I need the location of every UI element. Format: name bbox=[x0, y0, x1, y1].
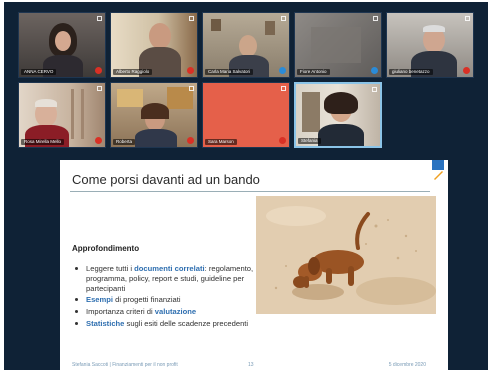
list-item: Importanza criteri di valutazione bbox=[72, 307, 262, 317]
bullet-icon bbox=[75, 267, 78, 270]
participant-face bbox=[55, 31, 71, 51]
footer-date: 5 dicembre 2020 bbox=[388, 362, 426, 368]
bullet-list: Leggere tutti i documenti correlati: reg… bbox=[72, 264, 262, 331]
mic-muted-icon bbox=[463, 67, 470, 74]
participant-tile-stefania[interactable]: Stefania bbox=[294, 82, 382, 148]
participant-tile-giuliano[interactable]: giuliano benetazzo bbox=[386, 12, 474, 78]
mic-icon bbox=[371, 67, 378, 74]
participant-tile-anna-cervo[interactable]: ANNA CERVO bbox=[18, 12, 106, 78]
cork-board bbox=[117, 89, 143, 107]
mic-muted-icon bbox=[95, 137, 102, 144]
bullet-icon bbox=[75, 298, 78, 302]
expand-icon[interactable] bbox=[281, 16, 286, 21]
expand-icon[interactable] bbox=[373, 16, 378, 21]
mic-muted-icon bbox=[187, 67, 194, 74]
participant-name: giuliano benetazzo bbox=[389, 69, 433, 75]
participant-tile-carla[interactable]: Carla Maria Salvatori bbox=[202, 12, 290, 78]
expand-icon[interactable] bbox=[189, 86, 194, 91]
door bbox=[302, 92, 320, 132]
participant-tile-roberta[interactable]: Roberta bbox=[110, 82, 198, 148]
list-item: Leggere tutti i documenti correlati: reg… bbox=[72, 264, 262, 293]
participant-name: Carla Maria Salvatori bbox=[205, 69, 254, 75]
list-item: Esempi di progetti finanziati bbox=[72, 295, 262, 305]
participant-hair bbox=[35, 99, 57, 107]
mic-muted-icon bbox=[187, 137, 194, 144]
participant-name: Alberto Raggiolo bbox=[113, 69, 153, 75]
participant-name: Stefania bbox=[298, 138, 321, 144]
participant-name: Sara Marson bbox=[205, 139, 237, 145]
participant-tile-rosa[interactable]: Rosa Mirella Mello bbox=[18, 82, 106, 148]
participant-name: Roberta bbox=[113, 139, 136, 145]
wall-stripe bbox=[71, 89, 74, 139]
slide-footer: Stefania Saccoti | Finanziamenti per il … bbox=[60, 358, 448, 372]
participant-name: Rosa Mirella Mello bbox=[21, 139, 65, 145]
expand-icon[interactable] bbox=[97, 16, 102, 21]
footer-author: Stefania Saccoti | Finanziamenti per il … bbox=[72, 362, 178, 368]
bullet-icon bbox=[75, 321, 78, 325]
participant-name: ANNA CERVO bbox=[21, 69, 57, 75]
footer-page-number: 13 bbox=[248, 362, 254, 368]
dog-digging-photo bbox=[256, 196, 436, 314]
expand-icon[interactable] bbox=[97, 86, 102, 91]
participant-body bbox=[135, 129, 177, 147]
wall-stripe bbox=[81, 89, 84, 139]
expand-icon[interactable] bbox=[465, 16, 470, 21]
wall-frame bbox=[211, 19, 221, 31]
participant-name: Fiore Antonio bbox=[297, 69, 330, 75]
bullet-icon bbox=[75, 310, 78, 314]
section-heading: Approfondimento bbox=[72, 244, 140, 253]
title-divider bbox=[70, 191, 430, 192]
list-item: Statistiche sugli esiti delle scadenze p… bbox=[72, 319, 262, 329]
shared-slide: Come porsi davanti ad un bando Approfond… bbox=[60, 160, 448, 372]
mic-muted-icon bbox=[279, 137, 286, 144]
participant-tile-alberto[interactable]: Alberto Raggiolo bbox=[110, 12, 198, 78]
expand-icon[interactable] bbox=[281, 86, 286, 91]
expand-icon[interactable] bbox=[372, 87, 377, 92]
slide-corner-badge bbox=[432, 160, 444, 170]
participant-tile-fiore[interactable]: Fiore Antonio bbox=[294, 12, 382, 78]
expand-icon[interactable] bbox=[189, 16, 194, 21]
participant-face bbox=[149, 23, 171, 49]
participant-hair bbox=[141, 103, 169, 119]
mic-icon bbox=[279, 67, 286, 74]
participant-hair bbox=[423, 25, 445, 32]
camera-view bbox=[311, 27, 361, 63]
mic-muted-icon bbox=[95, 67, 102, 74]
participant-hair bbox=[324, 92, 358, 114]
participant-face bbox=[239, 35, 257, 57]
pencil-icon bbox=[434, 171, 443, 180]
video-off-background bbox=[203, 83, 289, 147]
slide-title: Come porsi davanti ad un bando bbox=[72, 172, 260, 187]
video-call-window: ANNA CERVO Alberto Raggiolo Carla Maria … bbox=[4, 2, 488, 372]
participant-tile-sara[interactable]: Sara Marson bbox=[202, 82, 290, 148]
wall-frame bbox=[265, 21, 275, 35]
participant-body bbox=[318, 124, 364, 146]
